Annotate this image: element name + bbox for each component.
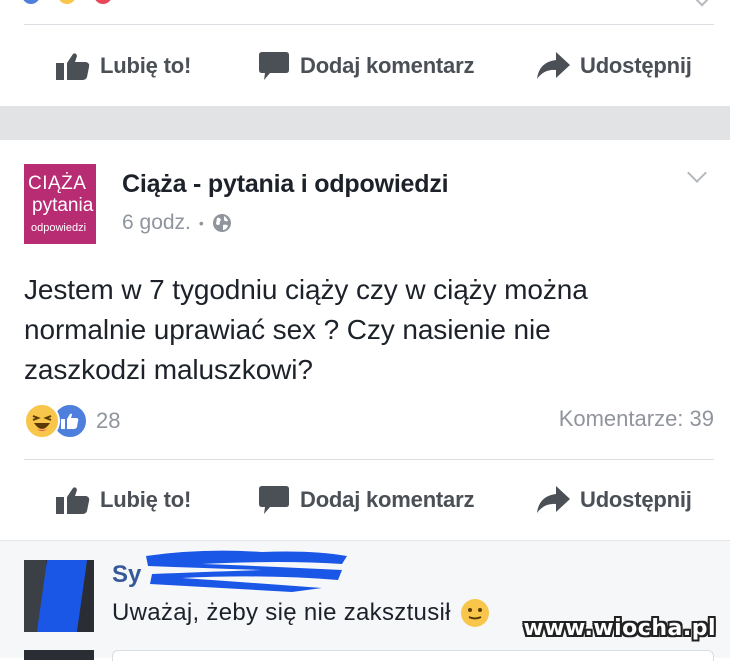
- reaction-summary[interactable]: 28: [24, 403, 120, 439]
- smile-emoji-icon: [460, 599, 489, 627]
- love-reaction-icon: [94, 0, 112, 4]
- post-timestamp[interactable]: 6 godz.: [122, 211, 191, 235]
- post-text: Jestem w 7 tygodniu ciąży czy w ciąży mo…: [24, 270, 714, 390]
- comment-label: Dodaj komentarz: [300, 487, 475, 512]
- page-logo[interactable]: CIĄŻA pytania odpowiedzi: [24, 164, 96, 244]
- comment-button[interactable]: Dodaj komentarz: [258, 475, 474, 525]
- comment-icon: [259, 486, 289, 514]
- share-icon: [537, 52, 570, 79]
- share-label: Udostępnij: [580, 487, 692, 512]
- post-text-line: zaszkodzi maluszkowi?: [24, 354, 313, 385]
- post-text-line: Jestem w 7 tygodniu ciąży czy w ciąży mo…: [24, 274, 588, 305]
- feed-separator: [0, 106, 730, 140]
- next-commenter-avatar[interactable]: [24, 650, 94, 660]
- post-action-bar: Lubię to! Dodaj komentarz Udostępnij: [0, 475, 730, 525]
- logo-line-3: odpowiedzi: [31, 222, 87, 234]
- divider: [24, 24, 714, 25]
- thumbs-up-icon: [56, 53, 90, 80]
- comment-body: Uważaj, żeby się nie zaksztusił: [112, 599, 451, 626]
- thumbs-up-icon: [56, 487, 90, 514]
- share-icon: [537, 486, 570, 513]
- haha-reaction-icon: [58, 0, 76, 4]
- comment-count-link[interactable]: Komentarze: 39: [559, 406, 714, 432]
- divider: [24, 459, 714, 460]
- page-name-link[interactable]: Ciąża - pytania i odpowiedzi: [122, 170, 449, 199]
- like-label: Lubię to!: [100, 487, 192, 512]
- haha-icon: [24, 403, 60, 439]
- top-chevron-icon: [693, 0, 711, 7]
- like-button[interactable]: Lubię to!: [56, 475, 191, 525]
- comment-label: Dodaj komentarz: [300, 53, 475, 78]
- logo-line-2: pytania: [32, 195, 94, 216]
- comment-button[interactable]: Dodaj komentarz: [258, 41, 474, 91]
- share-button[interactable]: Udostępnij: [536, 475, 692, 525]
- next-comment-bubble: [112, 650, 714, 661]
- like-button[interactable]: Lubię to!: [56, 41, 191, 91]
- globe-icon: [212, 214, 231, 232]
- top-action-bar: Lubię to! Dodaj komentarz Udostępnij: [0, 41, 730, 91]
- name-redaction-scribble: [146, 550, 347, 592]
- comment-text: Uważaj, żeby się nie zaksztusił: [112, 599, 489, 627]
- post-options-chevron-icon[interactable]: [687, 163, 707, 183]
- meta-separator: •: [198, 215, 204, 231]
- like-label: Lubię to!: [100, 53, 192, 78]
- post-meta: 6 godz. •: [122, 211, 232, 235]
- post-text-line: normalnie uprawiać sex ? Czy nasienie ni…: [24, 314, 551, 345]
- share-button[interactable]: Udostępnij: [536, 41, 692, 91]
- logo-line-1: CIĄŻA: [28, 173, 87, 194]
- commenter-avatar[interactable]: [24, 560, 94, 632]
- commenter-name[interactable]: Sy: [112, 561, 141, 589]
- watermark: www.wiocha.pl: [523, 616, 716, 641]
- comment-icon: [259, 52, 289, 80]
- like-reaction-icon: [22, 0, 40, 4]
- reaction-count: 28: [96, 408, 121, 433]
- share-label: Udostępnij: [580, 53, 692, 78]
